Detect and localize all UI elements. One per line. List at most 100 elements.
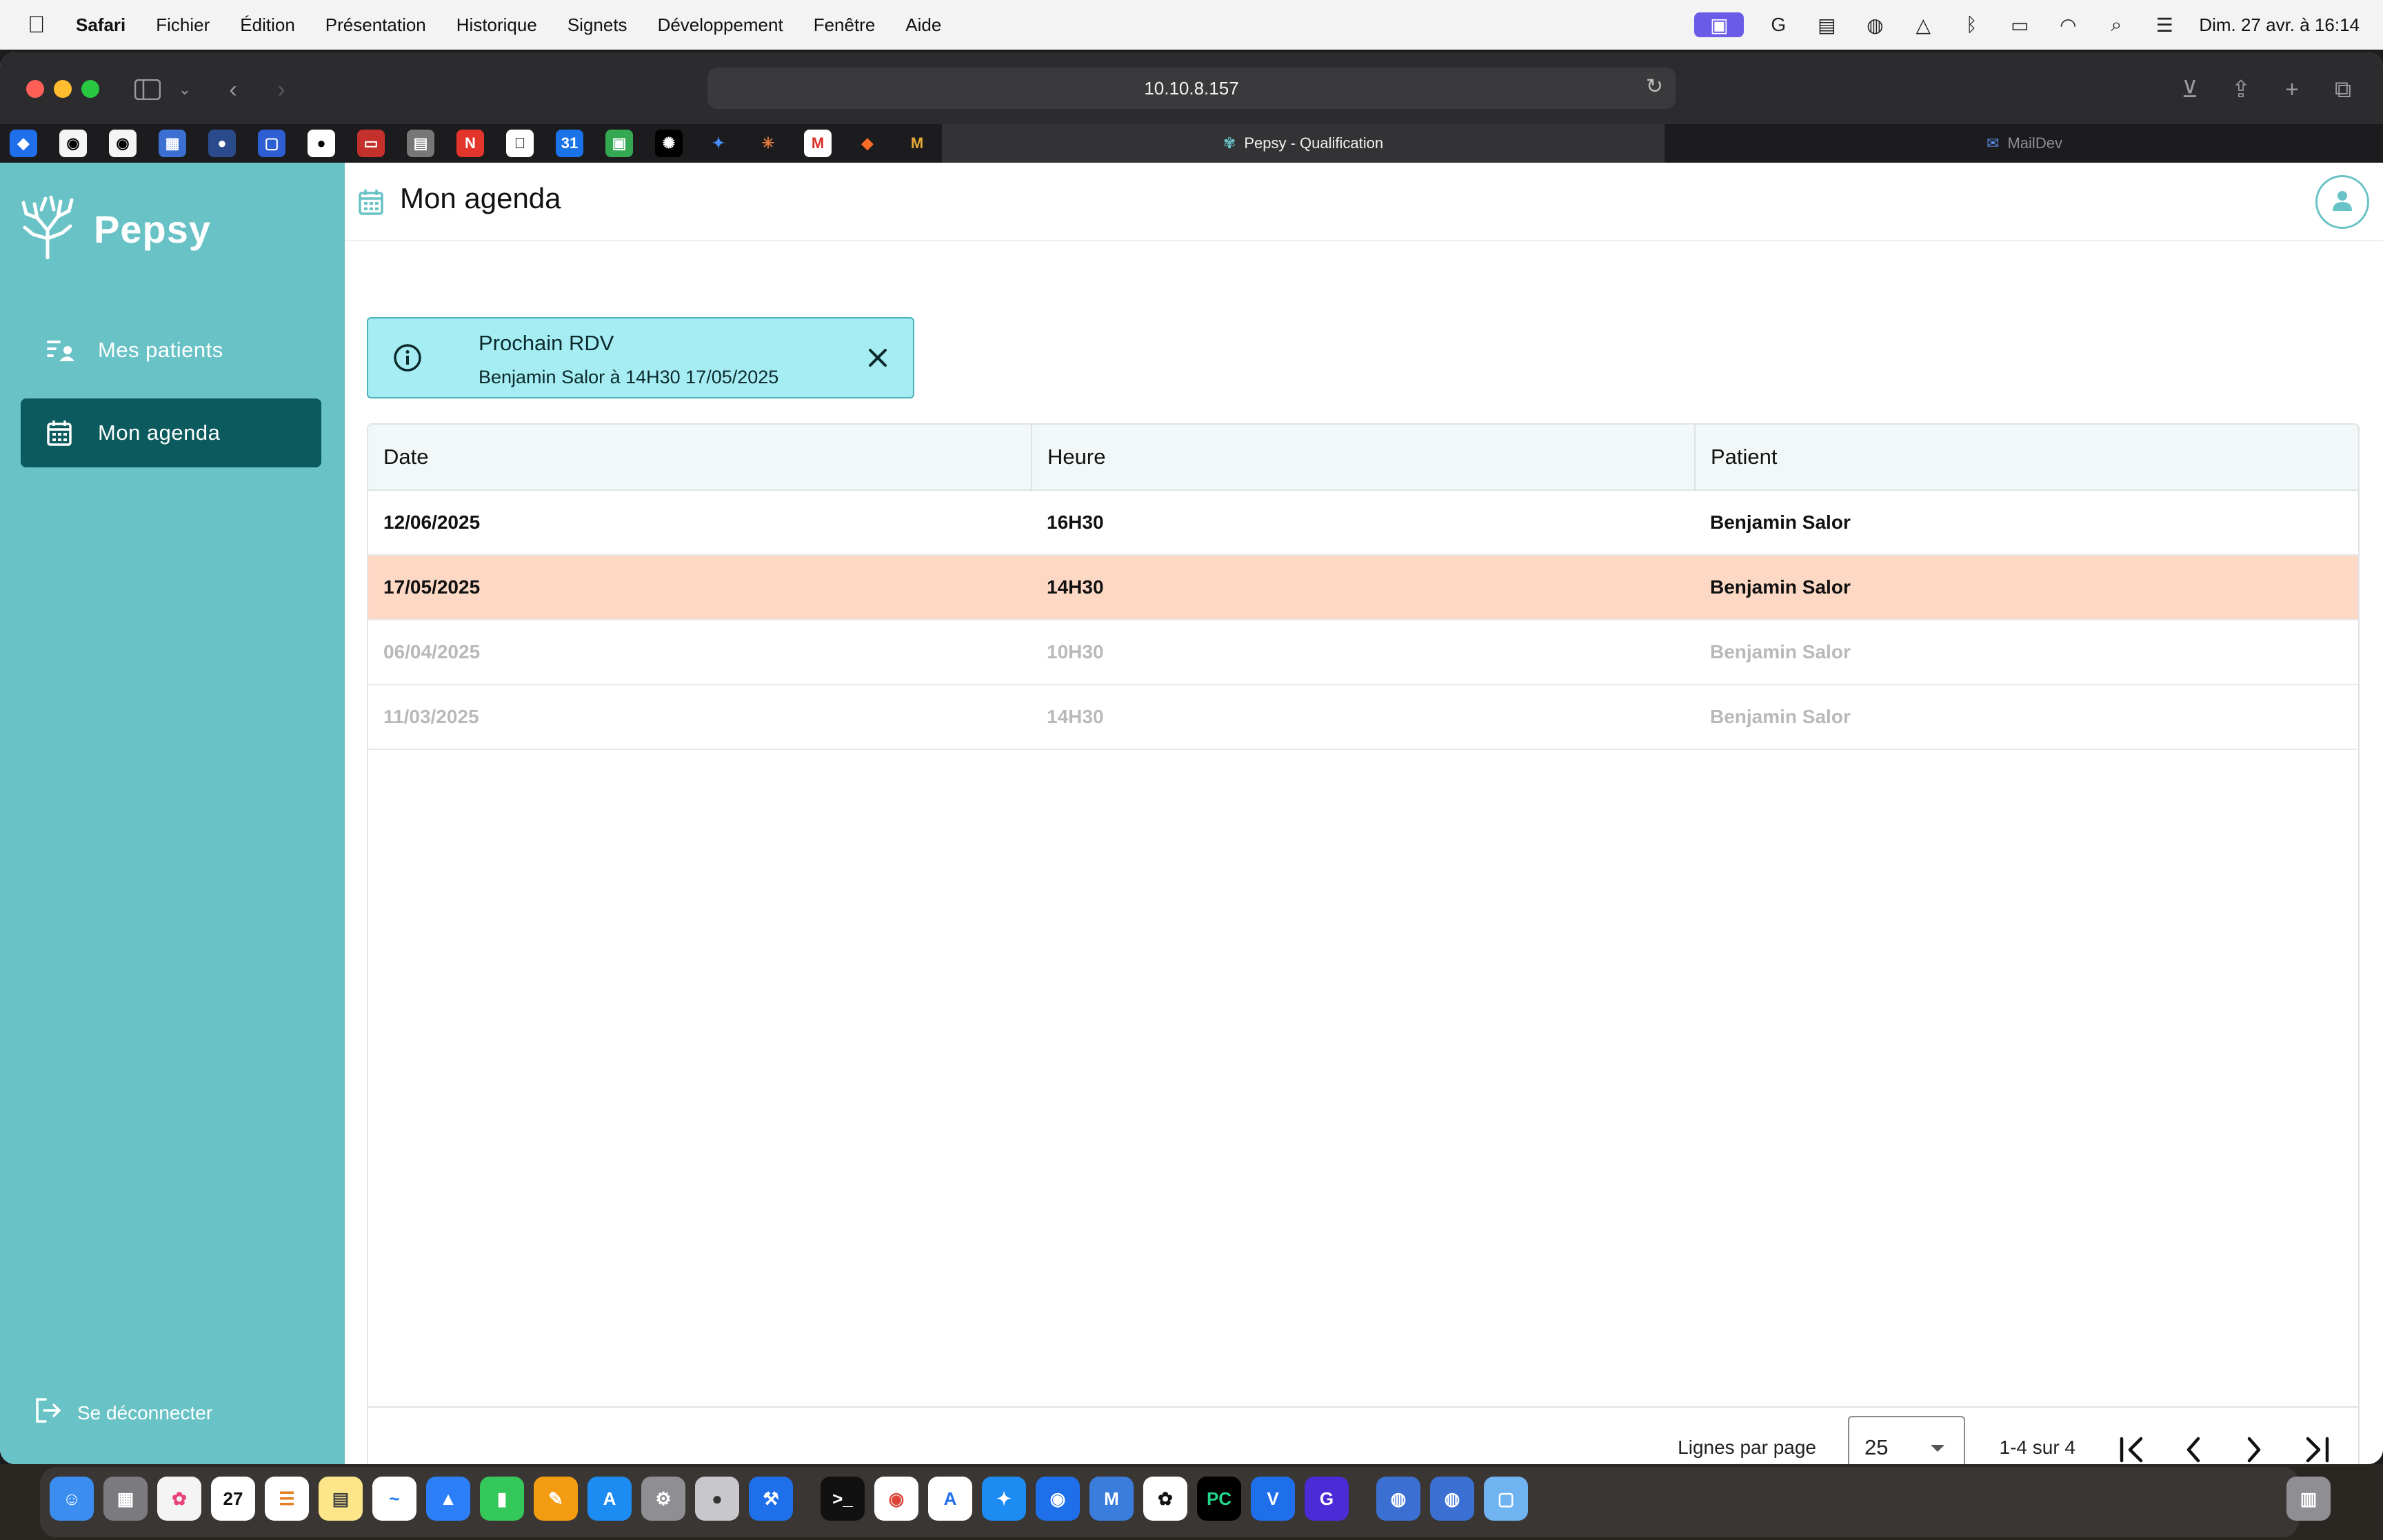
tab-overview-icon[interactable]: ⧉	[2326, 73, 2360, 106]
menu-fichier[interactable]: Fichier	[156, 14, 210, 36]
apple-favicon-icon[interactable]: 	[506, 130, 534, 157]
downloads-folder-icon[interactable]: ▢	[1484, 1477, 1528, 1521]
screen-mirroring-icon[interactable]: ▣	[1694, 12, 1744, 37]
bluetooth-icon[interactable]: ᛒ	[1958, 12, 1985, 37]
xcode-icon[interactable]: ⚒	[749, 1477, 793, 1521]
gemini-favicon-icon[interactable]: ✦	[705, 130, 732, 157]
apple-menu-icon[interactable]: 	[28, 12, 52, 39]
pages-icon[interactable]: ✎	[534, 1477, 578, 1521]
calendar-favicon-icon[interactable]: 31	[556, 130, 583, 157]
brand[interactable]: Pepsy	[21, 195, 211, 263]
finder-icon[interactable]: ☺	[50, 1477, 94, 1521]
url-bar[interactable]: 10.10.8.157 ↻	[707, 68, 1676, 109]
reload-icon[interactable]: ↻	[1646, 74, 1663, 99]
menu-signets[interactable]: Signets	[567, 14, 627, 36]
spotlight-search-icon[interactable]: ⌕	[2102, 12, 2130, 37]
menubar-clock[interactable]: Dim. 27 avr. à 16:14	[2199, 14, 2360, 36]
numbers-icon[interactable]: ▮	[480, 1477, 524, 1521]
grammarly-icon[interactable]: G	[1764, 12, 1792, 37]
sidebar-item-mon-agenda[interactable]: Mon agenda	[21, 398, 321, 467]
maps-icon[interactable]: ◉	[1036, 1477, 1080, 1521]
chrome-icon[interactable]: ◉	[874, 1477, 918, 1521]
tab-pepsy[interactable]: ✾ Pepsy - Qualification	[942, 124, 1665, 163]
jira-favicon-icon[interactable]: ◆	[10, 130, 37, 157]
wifi-icon[interactable]: ◠	[2054, 12, 2082, 37]
vscode-icon[interactable]: V	[1251, 1477, 1295, 1521]
chevron-down-icon[interactable]: ⌄	[168, 73, 201, 106]
red-favicon-icon[interactable]: ▭	[357, 130, 385, 157]
reminders-icon[interactable]: ☰	[265, 1477, 309, 1521]
column-header-date[interactable]: Date	[368, 425, 1032, 491]
gmail-favicon-icon[interactable]: M	[804, 130, 832, 157]
close-window-button[interactable]	[26, 80, 44, 98]
keynote-icon[interactable]: ▲	[426, 1477, 470, 1521]
app-g-icon[interactable]: G	[1305, 1477, 1349, 1521]
launchpad-icon[interactable]: ▦	[103, 1477, 148, 1521]
github-favicon-icon[interactable]: ◉	[59, 130, 87, 157]
menu-historique[interactable]: Historique	[456, 14, 537, 36]
passwords-icon[interactable]: ●	[695, 1477, 739, 1521]
control-center-icon[interactable]: ☰	[2151, 12, 2178, 37]
globe-icon[interactable]: ◍	[1376, 1477, 1420, 1521]
mplus-icon[interactable]: M	[1089, 1477, 1134, 1521]
column-header-patient[interactable]: Patient	[1694, 425, 2358, 491]
notes-icon[interactable]: ▤	[319, 1477, 363, 1521]
claude-favicon-icon[interactable]: ✳	[754, 130, 782, 157]
app-squirrel-icon[interactable]: ✿	[1143, 1477, 1187, 1521]
openai-favicon-icon[interactable]: ✺	[655, 130, 683, 157]
safari-icon[interactable]: ✦	[982, 1477, 1026, 1521]
sync-icon[interactable]: ◍	[1861, 12, 1889, 37]
app-a-icon[interactable]: A	[928, 1477, 972, 1521]
share-icon[interactable]: ⇪	[2224, 73, 2258, 106]
freeform-icon[interactable]: ~	[372, 1477, 416, 1521]
trash-icon[interactable]: ▥	[2286, 1477, 2331, 1521]
trello-icon[interactable]: ▤	[1813, 12, 1840, 37]
menu-edition[interactable]: Édition	[240, 14, 295, 36]
gitlab-favicon-icon[interactable]: ◆	[854, 130, 881, 157]
close-icon[interactable]	[863, 343, 892, 376]
calendar-app-icon[interactable]: 27	[211, 1477, 255, 1521]
menu-developpement[interactable]: Développement	[658, 14, 783, 36]
new-tab-icon[interactable]: +	[2275, 73, 2309, 106]
github-favicon-icon-2[interactable]: ◉	[109, 130, 137, 157]
logout-button[interactable]: Se déconnecter	[34, 1397, 212, 1429]
sidebar-item-mes-patients[interactable]: Mes patients	[21, 316, 321, 385]
menu-aide[interactable]: Aide	[905, 14, 941, 36]
drive-icon[interactable]: △	[1909, 12, 1937, 37]
system-settings-icon[interactable]: ⚙	[641, 1477, 685, 1521]
menu-fenetre[interactable]: Fenêtre	[814, 14, 876, 36]
next-page-button[interactable]	[2235, 1431, 2273, 1464]
rows-per-page-select[interactable]: 25	[1848, 1416, 1965, 1464]
chat-favicon-icon[interactable]: ▣	[605, 130, 633, 157]
globe-icon-2[interactable]: ◍	[1430, 1477, 1474, 1521]
user-avatar-button[interactable]	[2315, 175, 2369, 229]
minimize-window-button[interactable]	[54, 80, 72, 98]
netflix-favicon-icon[interactable]: N	[456, 130, 484, 157]
table-row-past[interactable]: 11/03/2025 14H30 Benjamin Salor	[368, 685, 2358, 750]
document-favicon-icon[interactable]: ▤	[407, 130, 434, 157]
circle-favicon-icon[interactable]: ●	[308, 130, 335, 157]
back-icon[interactable]: ‹	[217, 73, 250, 106]
bitwarden-favicon-icon[interactable]: ▢	[258, 130, 285, 157]
previous-page-button[interactable]	[2175, 1431, 2212, 1464]
last-page-button[interactable]	[2297, 1431, 2335, 1464]
battery-icon[interactable]: ▭	[2006, 12, 2033, 37]
menu-app-name[interactable]: Safari	[76, 14, 125, 36]
pycharm-icon[interactable]: PC	[1197, 1477, 1241, 1521]
sidebar-toggle-icon[interactable]	[131, 73, 164, 106]
download-icon[interactable]: ⊻	[2173, 73, 2206, 106]
forward-icon[interactable]: ›	[265, 73, 298, 106]
menu-presentation[interactable]: Présentation	[325, 14, 426, 36]
terminal-icon[interactable]: >_	[821, 1477, 865, 1521]
app-favicon-icon[interactable]: ●	[208, 130, 236, 157]
first-page-button[interactable]	[2114, 1431, 2151, 1464]
app-store-icon[interactable]: A	[587, 1477, 632, 1521]
table-row-next-appointment[interactable]: 17/05/2025 14H30 Benjamin Salor	[368, 555, 2358, 620]
docker-favicon-icon[interactable]: ▦	[159, 130, 186, 157]
table-row-past[interactable]: 06/04/2025 10H30 Benjamin Salor	[368, 620, 2358, 685]
tab-maildev[interactable]: ✉ MailDev	[1666, 124, 2383, 163]
table-row[interactable]: 12/06/2025 16H30 Benjamin Salor	[368, 490, 2358, 556]
column-header-heure[interactable]: Heure	[1031, 425, 1695, 491]
photos-icon[interactable]: ✿	[157, 1477, 201, 1521]
zoom-window-button[interactable]	[81, 80, 99, 98]
